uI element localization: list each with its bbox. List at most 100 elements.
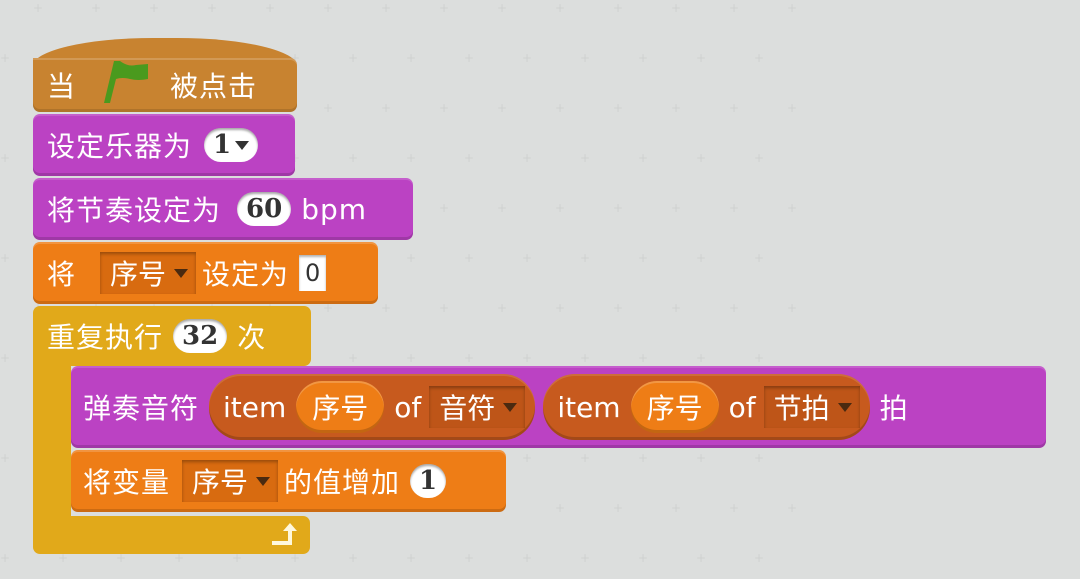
grid-mark: + — [497, 1, 508, 15]
grid-mark: + — [439, 1, 450, 15]
grid-mark: + — [580, 451, 591, 465]
grid-mark: + — [522, 51, 533, 65]
grid-mark: + — [406, 551, 417, 565]
grid-mark: + — [555, 1, 566, 15]
grid-mark: + — [406, 151, 417, 165]
repeat-block[interactable]: 重复执行 32 次 — [33, 306, 311, 366]
set-var-prefix: 将 — [47, 258, 77, 291]
beats-list-dropdown[interactable]: 节拍 — [763, 386, 860, 428]
grid-mark: + — [671, 101, 682, 115]
change-var-middle: 的值增加 — [284, 466, 401, 499]
change-variable-block[interactable]: 将变量 序号 的值增加 1 — [71, 450, 506, 512]
repeat-count-input[interactable]: 32 — [173, 319, 228, 353]
change-amount-input[interactable]: 1 — [410, 464, 447, 498]
grid-mark: + — [555, 201, 566, 215]
loop-arrow-icon — [270, 519, 310, 552]
repeat-block-footer[interactable] — [33, 516, 310, 554]
grid-mark: + — [497, 301, 508, 315]
grid-mark: + — [522, 351, 533, 365]
grid-mark: + — [406, 351, 417, 365]
beats-index-variable[interactable]: 序号 — [630, 381, 719, 433]
set-instrument-block[interactable]: 设定乐器为 1 — [33, 114, 295, 176]
grid-mark: + — [671, 301, 682, 315]
grid-mark: + — [787, 201, 798, 215]
change-var-prefix: 将变量 — [83, 466, 171, 499]
grid-mark: + — [149, 1, 160, 15]
grid-mark: + — [348, 51, 359, 65]
grid-mark: + — [174, 551, 185, 565]
beats-item-of-list[interactable]: item 序号 of 节拍 — [543, 374, 870, 440]
play-note-suffix: 拍 — [879, 392, 909, 425]
grid-mark: + — [671, 1, 682, 15]
grid-mark: + — [381, 1, 392, 15]
grid-mark: + — [522, 251, 533, 265]
grid-mark: + — [406, 251, 417, 265]
tempo-input[interactable]: 60 — [237, 192, 292, 226]
grid-mark: + — [207, 1, 218, 15]
chevron-down-icon — [837, 402, 852, 412]
grid-mark: + — [464, 51, 475, 65]
grid-mark: + — [555, 101, 566, 115]
when-flag-clicked-block[interactable]: 当 被点击 — [33, 58, 297, 112]
of-label: of — [728, 390, 756, 424]
variable-name: 序号 — [110, 258, 167, 291]
grid-mark: + — [323, 301, 334, 315]
grid-mark: + — [0, 51, 11, 65]
grid-mark: + — [58, 551, 69, 565]
grid-mark: + — [696, 451, 707, 465]
green-flag-icon — [102, 59, 154, 112]
grid-mark: + — [348, 351, 359, 365]
grid-mark: + — [381, 101, 392, 115]
grid-mark: + — [0, 251, 11, 265]
set-tempo-block[interactable]: 将节奏设定为 60 bpm — [33, 178, 413, 240]
grid-mark: + — [696, 351, 707, 365]
grid-mark: + — [613, 201, 624, 215]
grid-mark: + — [754, 451, 765, 465]
variable-dropdown[interactable]: 序号 — [100, 252, 197, 294]
repeat-suffix: 次 — [237, 321, 267, 354]
set-var-value-input[interactable]: 0 — [299, 255, 327, 291]
grid-mark: + — [638, 451, 649, 465]
grid-mark: + — [696, 251, 707, 265]
note-item-of-list[interactable]: item 序号 of 音符 — [209, 374, 536, 440]
grid-mark: + — [580, 351, 591, 365]
grid-mark: + — [638, 151, 649, 165]
chevron-down-icon — [174, 268, 189, 278]
grid-mark: + — [613, 1, 624, 15]
instrument-dropdown[interactable]: 1 — [204, 128, 259, 162]
set-var-middle: 设定为 — [202, 258, 290, 291]
grid-mark: + — [580, 551, 591, 565]
grid-mark: + — [580, 251, 591, 265]
grid-mark: + — [671, 201, 682, 215]
grid-mark: + — [696, 51, 707, 65]
play-note-block[interactable]: 弹奏音符 item 序号 of 音符 item 序号 of 节拍 拍 — [71, 366, 1046, 448]
chevron-down-icon — [235, 140, 250, 150]
grid-mark: + — [754, 51, 765, 65]
grid-mark: + — [613, 501, 624, 515]
grid-mark: + — [464, 351, 475, 365]
grid-mark: + — [464, 551, 475, 565]
play-note-label: 弹奏音符 — [83, 392, 200, 425]
chevron-down-icon — [256, 476, 271, 486]
set-variable-block[interactable]: 将 序号 设定为 0 — [33, 242, 378, 304]
grid-mark: + — [522, 451, 533, 465]
grid-mark: + — [671, 501, 682, 515]
grid-mark: + — [638, 551, 649, 565]
variable-dropdown[interactable]: 序号 — [182, 460, 279, 502]
grid-mark: + — [522, 151, 533, 165]
grid-mark: + — [497, 201, 508, 215]
grid-mark: + — [497, 101, 508, 115]
grid-mark: + — [348, 551, 359, 565]
note-index-variable[interactable]: 序号 — [296, 381, 385, 433]
grid-mark: + — [613, 301, 624, 315]
item-label: item — [557, 390, 621, 424]
set-tempo-label: 将节奏设定为 — [47, 194, 222, 227]
grid-mark: + — [729, 501, 740, 515]
grid-mark: + — [464, 251, 475, 265]
grid-mark: + — [323, 101, 334, 115]
grid-mark: + — [696, 551, 707, 565]
note-list-dropdown[interactable]: 音符 — [429, 386, 526, 428]
grid-mark: + — [729, 101, 740, 115]
grid-mark: + — [555, 501, 566, 515]
grid-mark: + — [406, 51, 417, 65]
